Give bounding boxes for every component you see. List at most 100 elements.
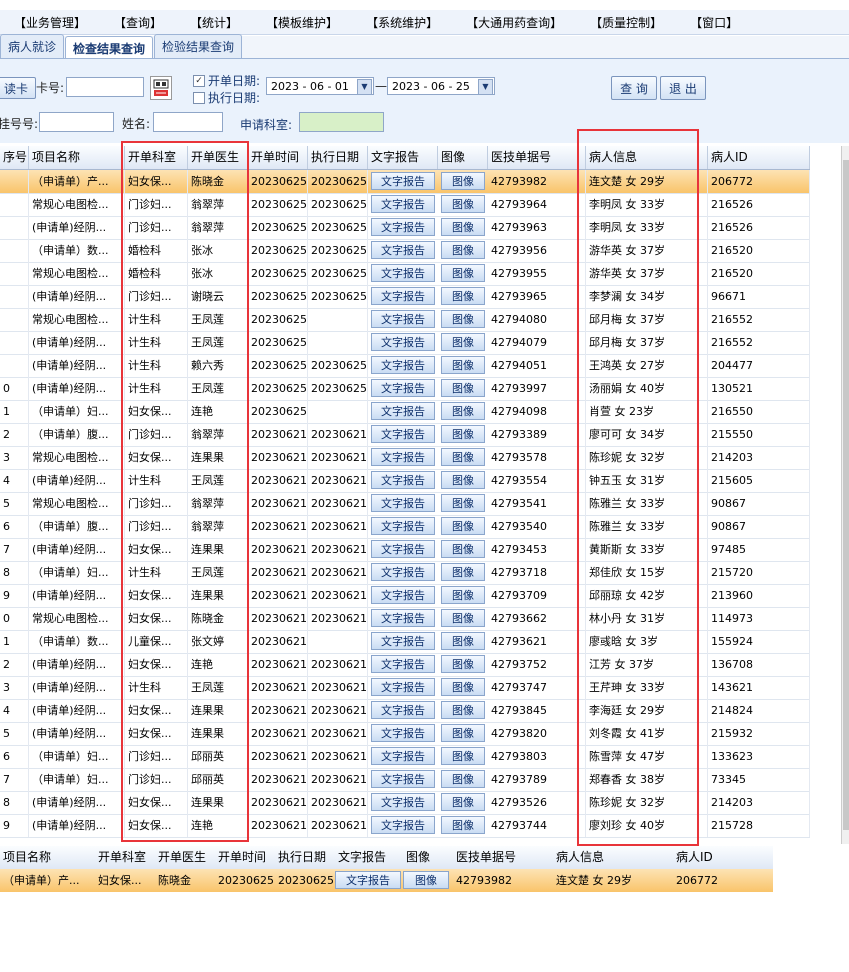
table-row[interactable]: （申请单）产... 妇女保... 陈晓金 20230625 20230625 文字报告 图像… <box>0 170 810 194</box>
image-button[interactable]: 图像 <box>441 310 485 328</box>
table-row[interactable]: 5 常规心电图检... 门诊妇... 翁翠萍 20230621 20230621 文字报告图… <box>0 492 810 516</box>
column-header[interactable]: 序号 <box>0 146 29 169</box>
menu-item[interactable]: 【业务管理】 <box>0 14 100 31</box>
table-row[interactable]: (申请单)经阴... 计生科 赖六秀 20230625 20230625 文字报告 图像 42… <box>0 354 810 378</box>
image-button[interactable]: 图像 <box>441 471 485 489</box>
image-button[interactable]: 图像 <box>441 632 485 650</box>
table-row[interactable]: 常规心电图检... 门诊妇... 翁翠萍 20230625 20230625 文字报告 图像… <box>0 193 810 217</box>
image-button[interactable]: 图像 <box>441 655 485 673</box>
open-date-checkbox[interactable]: ✓ <box>193 75 205 87</box>
image-button[interactable]: 图像 <box>441 793 485 811</box>
table-row[interactable]: 6 （申请单）腹... 门诊妇... 翁翠萍 20230621 20230621 文字报告图… <box>0 515 810 539</box>
menu-item[interactable]: 【大通用药查询】 <box>452 14 576 31</box>
text-report-button[interactable]: 文字报告 <box>371 540 435 558</box>
card-input[interactable] <box>66 77 144 97</box>
table-row[interactable]: (申请单)经阴... 门诊妇... 翁翠萍 20230625 20230625 文字报告图… <box>0 216 810 240</box>
menu-item[interactable]: 【统计】 <box>176 14 252 31</box>
table-row[interactable]: 5 (申请单)经阴... 妇女保... 连果果 20230621 20230621 文字报告… <box>0 722 810 746</box>
text-report-button[interactable]: 文字报告 <box>371 563 435 581</box>
image-button[interactable]: 图像 <box>441 586 485 604</box>
column-header[interactable]: 开单医生 <box>188 146 248 169</box>
menu-item[interactable]: 【模板维护】 <box>252 14 352 31</box>
table-row[interactable]: 9 (申请单)经阴... 妇女保... 连果果 20230621 20230621 文字报告… <box>0 584 810 608</box>
card-reader-icon[interactable] <box>150 76 172 100</box>
table-row[interactable]: 6 （申请单）妇... 门诊妇... 邱丽英 20230621 20230621 文字报告图… <box>0 745 810 769</box>
image-button[interactable]: 图像 <box>441 333 485 351</box>
text-report-button[interactable]: 文字报告 <box>371 218 435 236</box>
table-row[interactable]: 3 (申请单)经阴... 计生科 王凤莲 20230621 20230621 文字报告 图像 4… <box>0 676 810 700</box>
table-row[interactable]: (申请单)经阴... 计生科 王凤莲 20230625 文字报告 图像 42794079 邱月… <box>0 331 810 355</box>
menu-item[interactable]: 【查询】 <box>100 14 176 31</box>
table-row[interactable]: 4 (申请单)经阴... 妇女保... 连果果 20230621 20230621 文字报告… <box>0 699 810 723</box>
text-report-button[interactable]: 文字报告 <box>371 402 435 420</box>
text-report-button[interactable]: 文字报告 <box>371 494 435 512</box>
text-report-button[interactable]: 文字报告 <box>371 586 435 604</box>
table-row[interactable]: 0 常规心电图检... 妇女保... 陈晓金 20230621 20230621 文字报告图… <box>0 607 810 631</box>
image-button[interactable]: 图像 <box>441 816 485 834</box>
summary-text-report-button[interactable]: 文字报告 <box>335 871 401 889</box>
exec-date-checkbox[interactable] <box>193 92 205 104</box>
vertical-scrollbar[interactable] <box>841 146 849 844</box>
image-button[interactable]: 图像 <box>441 701 485 719</box>
image-button[interactable]: 图像 <box>441 540 485 558</box>
text-report-button[interactable]: 文字报告 <box>371 678 435 696</box>
reg-input[interactable] <box>39 112 114 132</box>
image-button[interactable]: 图像 <box>441 264 485 282</box>
date-to-picker[interactable]: 2023 - 06 - 25 ▼ <box>387 77 495 95</box>
image-button[interactable]: 图像 <box>441 218 485 236</box>
image-button[interactable]: 图像 <box>441 356 485 374</box>
text-report-button[interactable]: 文字报告 <box>371 356 435 374</box>
text-report-button[interactable]: 文字报告 <box>371 310 435 328</box>
text-report-button[interactable]: 文字报告 <box>371 425 435 443</box>
tab-0[interactable]: 病人就诊 <box>0 34 65 58</box>
text-report-button[interactable]: 文字报告 <box>371 517 435 535</box>
text-report-button[interactable]: 文字报告 <box>371 195 435 213</box>
table-row[interactable]: 4 (申请单)经阴... 计生科 王凤莲 20230621 20230621 文字报告 图像 4… <box>0 469 810 493</box>
table-row[interactable]: 7 （申请单）妇... 门诊妇... 邱丽英 20230621 20230621 文字报告图… <box>0 768 810 792</box>
table-row[interactable]: 8 （申请单）妇... 计生科 王凤莲 20230621 20230621 文字报告 图像 42… <box>0 561 810 585</box>
text-report-button[interactable]: 文字报告 <box>371 747 435 765</box>
column-header[interactable]: 病人信息 <box>586 146 708 169</box>
image-button[interactable]: 图像 <box>441 241 485 259</box>
column-header[interactable]: 医技单据号 <box>488 146 586 169</box>
chevron-down-icon[interactable]: ▼ <box>357 79 372 95</box>
table-row[interactable]: 9 (申请单)经阴... 妇女保... 连艳 20230621 20230621 文字报告图… <box>0 814 810 838</box>
table-row[interactable]: 0 (申请单)经阴... 计生科 王凤莲 20230625 20230625 文字报告 图像 4… <box>0 377 810 401</box>
table-row[interactable]: 2 (申请单)经阴... 妇女保... 连艳 20230621 20230621 文字报告图… <box>0 653 810 677</box>
menu-item[interactable]: 【窗口】 <box>676 14 752 31</box>
tab-2[interactable]: 检验结果查询 <box>154 34 243 58</box>
table-row[interactable]: 1 （申请单）妇... 妇女保... 连艳 20230625 文字报告 图像 42794098… <box>0 400 810 424</box>
image-button[interactable]: 图像 <box>441 609 485 627</box>
image-button[interactable]: 图像 <box>441 517 485 535</box>
text-report-button[interactable]: 文字报告 <box>371 770 435 788</box>
summary-row[interactable]: （申请单）产... 妇女保... 陈晓金 20230625 20230625 文字报告 图像… <box>0 869 773 892</box>
text-report-button[interactable]: 文字报告 <box>371 655 435 673</box>
text-report-button[interactable]: 文字报告 <box>371 632 435 650</box>
menu-item[interactable]: 【系统维护】 <box>352 14 452 31</box>
table-row[interactable]: (申请单)经阴... 门诊妇... 谢晓云 20230625 20230625 文字报告图… <box>0 285 810 309</box>
image-button[interactable]: 图像 <box>441 195 485 213</box>
menu-item[interactable]: 【质量控制】 <box>576 14 676 31</box>
image-button[interactable]: 图像 <box>441 724 485 742</box>
table-row[interactable]: 常规心电图检... 计生科 王凤莲 20230625 文字报告 图像 42794080 邱月梅… <box>0 308 810 332</box>
column-header[interactable]: 文字报告 <box>368 146 438 169</box>
text-report-button[interactable]: 文字报告 <box>371 724 435 742</box>
read-card-button[interactable]: 读卡 <box>0 77 36 99</box>
exit-button[interactable]: 退 出 <box>660 76 706 100</box>
dept-input[interactable] <box>299 112 384 132</box>
image-button[interactable]: 图像 <box>441 287 485 305</box>
text-report-button[interactable]: 文字报告 <box>371 333 435 351</box>
text-report-button[interactable]: 文字报告 <box>371 448 435 466</box>
scrollbar-thumb[interactable] <box>843 160 849 830</box>
text-report-button[interactable]: 文字报告 <box>371 379 435 397</box>
chevron-down-icon[interactable]: ▼ <box>478 79 493 95</box>
text-report-button[interactable]: 文字报告 <box>371 287 435 305</box>
column-header[interactable]: 项目名称 <box>29 146 125 169</box>
text-report-button[interactable]: 文字报告 <box>371 471 435 489</box>
tab-1[interactable]: 检查结果查询 <box>65 36 154 58</box>
table-row[interactable]: 8 (申请单)经阴... 妇女保... 连果果 20230621 20230621 文字报告… <box>0 791 810 815</box>
text-report-button[interactable]: 文字报告 <box>371 172 435 190</box>
image-button[interactable]: 图像 <box>441 379 485 397</box>
table-row[interactable]: 7 (申请单)经阴... 妇女保... 连果果 20230621 20230621 文字报告… <box>0 538 810 562</box>
query-button[interactable]: 查 询 <box>611 76 657 100</box>
